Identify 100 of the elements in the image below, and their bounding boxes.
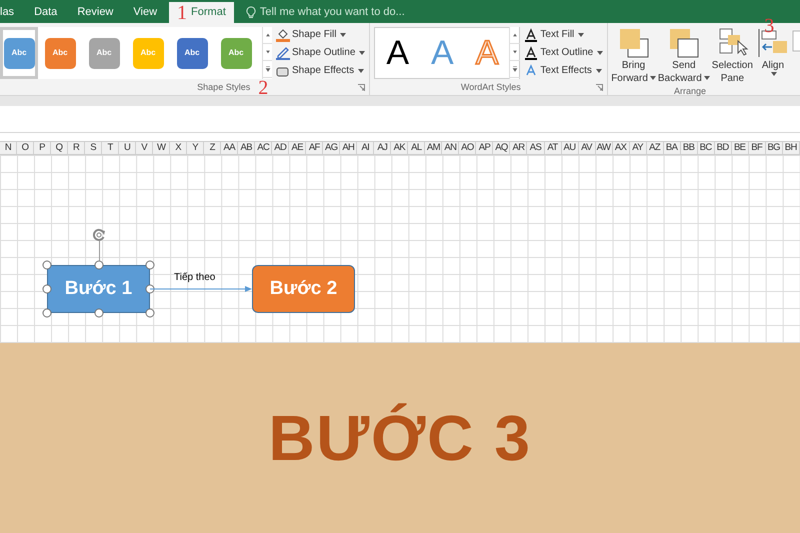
column-header[interactable]: AF (306, 142, 324, 154)
ribbon-tab[interactable]: Data (26, 2, 66, 23)
pencil-icon (276, 46, 290, 60)
column-header[interactable]: V (136, 142, 154, 154)
letter-icon (524, 28, 538, 42)
group-label: Shape Styles (197, 80, 250, 94)
column-header[interactable]: BF (748, 142, 766, 154)
column-header[interactable]: W (153, 142, 170, 154)
style-label: Abc (44, 38, 76, 68)
column-header[interactable]: R (68, 142, 86, 154)
column-header[interactable]: AY (630, 142, 647, 154)
column-header[interactable]: AQ (493, 142, 510, 154)
column-header[interactable]: BH (782, 142, 800, 154)
column-header[interactable]: AS (527, 142, 544, 154)
step-marker: 2 (258, 76, 268, 98)
connector-label: Tiếp theo (174, 271, 216, 285)
column-header[interactable]: AX (612, 142, 630, 154)
resize-handle[interactable] (42, 284, 52, 294)
column-header[interactable]: BB (680, 142, 698, 154)
column-header[interactable]: N (0, 142, 18, 154)
column-header[interactable]: AC (255, 142, 272, 154)
resize-handle[interactable] (42, 308, 52, 318)
column-header[interactable]: BD (714, 142, 732, 154)
column-header[interactable]: S (85, 142, 102, 154)
resize-handle[interactable] (146, 308, 154, 318)
ribbon-command[interactable]: Shape Fill (276, 27, 366, 42)
group-label: WordArt Styles (460, 80, 521, 94)
column-header[interactable]: U (119, 142, 136, 154)
column-header[interactable]: AK (391, 142, 408, 154)
ribbon-command[interactable]: Text Effects (524, 63, 604, 78)
step-marker: 1 (177, 2, 188, 24)
column-header[interactable]: Y (187, 142, 204, 154)
column-header[interactable]: AP (476, 142, 494, 154)
rotate-handle-icon[interactable] (90, 227, 106, 243)
connector-arrow[interactable] (150, 285, 252, 293)
ribbon-tab[interactable]: Review (69, 2, 122, 23)
column-header[interactable]: AD (272, 142, 290, 154)
column-header[interactable]: AB (238, 142, 256, 154)
column-header[interactable]: T (102, 142, 120, 154)
column-header[interactable]: BC (698, 142, 715, 154)
style-swatch[interactable]: Abc (170, 27, 214, 79)
ribbon-command[interactable]: Shape Effects (276, 63, 366, 78)
column-header[interactable]: AH (340, 142, 358, 154)
column-header[interactable]: AO (459, 142, 476, 154)
resize-handle[interactable] (94, 260, 103, 270)
resize-handle[interactable] (42, 260, 52, 270)
style-label: Abc (176, 38, 208, 68)
column-header[interactable]: AW (596, 142, 613, 154)
caret-icon (358, 68, 364, 72)
caret-icon (340, 32, 346, 36)
column-header[interactable]: AZ (646, 142, 664, 154)
column-header[interactable]: AR (510, 142, 528, 154)
column-header[interactable]: AJ (374, 142, 392, 154)
caret-icon (650, 76, 656, 80)
caret-icon (596, 68, 602, 72)
ribbon-command[interactable]: Text Fill (524, 27, 604, 42)
column-header[interactable]: BE (732, 142, 749, 154)
banner-title: BƯỚC 3 (268, 401, 532, 476)
ribbon-command[interactable]: Text Outline (524, 45, 604, 60)
dialog-launcher-icon[interactable] (358, 84, 366, 91)
column-header[interactable]: Z (204, 142, 222, 154)
caret-icon (578, 32, 584, 36)
style-label: Abc (88, 38, 120, 68)
ribbon-command[interactable]: Send Backward (656, 27, 711, 85)
letter-icon (524, 64, 538, 78)
column-header[interactable]: X (170, 142, 188, 154)
column-header[interactable]: BA (664, 142, 681, 154)
caret-icon (770, 72, 777, 76)
caret-icon (704, 76, 710, 80)
column-header[interactable]: AT (544, 142, 562, 154)
wordart-sample[interactable]: A (375, 36, 420, 70)
column-header[interactable]: AI (357, 142, 374, 154)
caret-icon (597, 50, 604, 54)
ribbon-command[interactable]: Shape Outline (276, 45, 366, 60)
column-header[interactable]: AG (323, 142, 340, 154)
column-header[interactable]: AE (289, 142, 306, 154)
dialog-launcher-icon[interactable] (596, 84, 604, 91)
style-label: Abc (132, 38, 164, 68)
column-header[interactable]: BG (766, 142, 783, 154)
column-header[interactable]: O (17, 142, 34, 154)
ribbon-command[interactable]: Bring Forward (610, 27, 657, 85)
column-header[interactable]: AV (578, 142, 596, 154)
style-label: Abc (220, 38, 252, 68)
ribbon-command[interactable]: Selection Pane (710, 27, 754, 85)
resize-handle[interactable] (146, 260, 154, 270)
lightbulb-icon (246, 6, 256, 19)
column-header[interactable]: Q (51, 142, 68, 154)
column-header[interactable]: AA (221, 142, 238, 154)
ribbon-tab[interactable]: View (125, 2, 166, 23)
column-header[interactable]: AU (562, 142, 579, 154)
column-header[interactable]: AL (408, 142, 426, 154)
caret-icon (359, 50, 366, 54)
column-header[interactable]: AN (442, 142, 460, 154)
tell-me-field[interactable]: Tell me what you want to do... (260, 4, 460, 21)
ribbon-tab[interactable]: las (0, 2, 22, 23)
column-header[interactable]: AM (425, 142, 442, 154)
column-header[interactable]: P (34, 142, 52, 154)
letter-icon (524, 46, 538, 60)
group-label: Arrange (674, 85, 706, 98)
style-label: Abc (4, 38, 34, 68)
